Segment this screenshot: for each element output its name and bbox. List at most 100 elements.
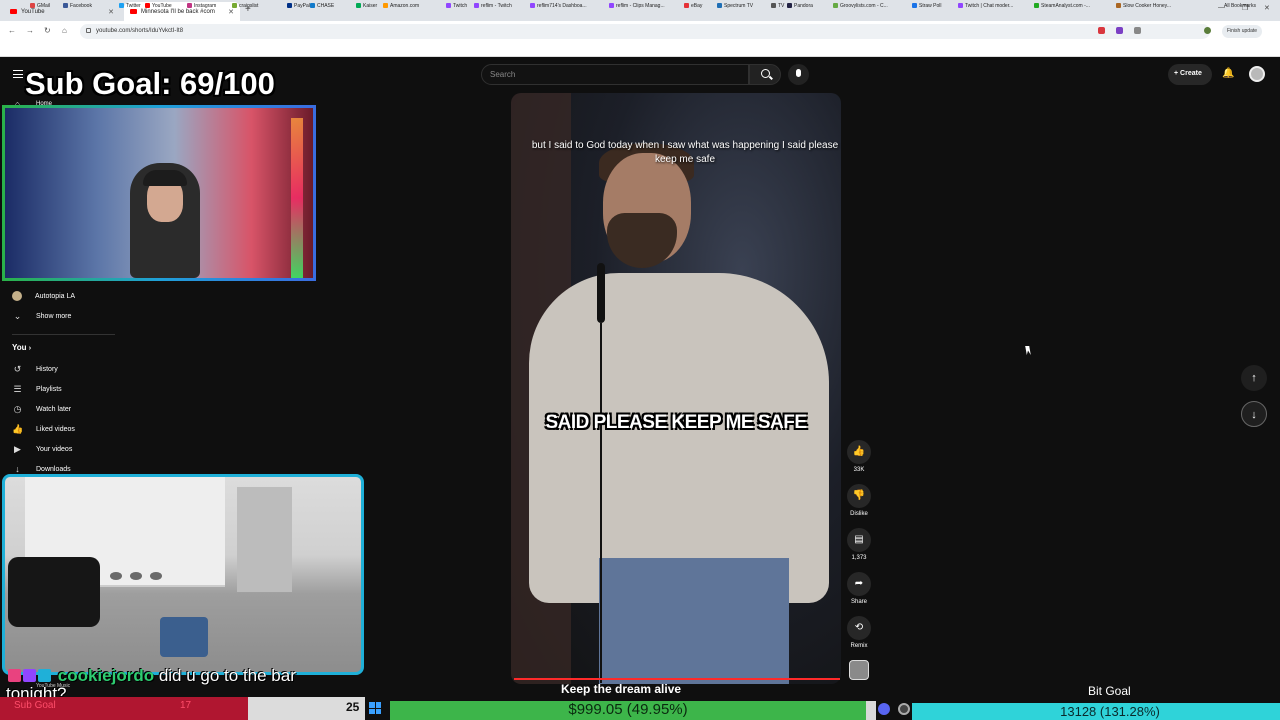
bookmark-favicon-icon [30, 3, 35, 8]
comedian-beard [607, 213, 677, 268]
like-count: 33K [853, 467, 865, 473]
bookmark-label: Straw Poll [919, 3, 942, 9]
sidebar-you-heading[interactable]: You › [12, 343, 31, 352]
search-icon [761, 69, 770, 78]
bookmark-item[interactable]: TV [771, 3, 784, 9]
bookmark-item[interactable]: Slow Cooker Honey... [1116, 3, 1171, 9]
search-button[interactable] [749, 64, 781, 85]
bookmark-item[interactable]: reflim714's Dashboa... [530, 3, 587, 9]
bookmark-item[interactable]: reflim - Clips Manag... [609, 3, 665, 9]
comment-count: 1,373 [851, 555, 867, 561]
bookmark-item[interactable]: Facebook [63, 3, 92, 9]
bookmark-item[interactable]: Instagram [187, 3, 216, 9]
sidebar-item-label: Playlists [36, 385, 62, 393]
bookmark-label: PayPal [294, 3, 310, 9]
site-info-icon[interactable] [86, 28, 91, 33]
black-coat [8, 557, 100, 627]
extensions-puzzle-icon[interactable] [1134, 27, 1141, 34]
all-bookmarks-button[interactable]: All Bookmarks [1224, 3, 1256, 9]
back-icon[interactable]: ← [8, 26, 16, 35]
bookmark-item[interactable]: SteamAnalyst.com -... [1034, 3, 1090, 9]
tab-label: YouTube [21, 8, 45, 15]
tab-youtube[interactable]: YouTube ✕ [4, 2, 120, 21]
bookmark-label: SteamAnalyst.com -... [1041, 3, 1090, 9]
close-icon[interactable]: ✕ [108, 8, 114, 16]
create-label: Create [1180, 70, 1202, 77]
comments-button[interactable]: ▤ 1,373 [843, 528, 875, 561]
address-bar-row: ← → ↻ ⌂ youtube.com/shorts/IduYvkctI-It8 [0, 21, 1280, 42]
watch-later-icon: ◷ [13, 404, 22, 414]
sidebar-item-watch-later[interactable]: ◷ Watch later [12, 403, 72, 415]
home-icon[interactable]: ⌂ [62, 26, 67, 35]
video-title[interactable]: Keep the dream alive [561, 682, 681, 696]
create-button[interactable]: + Create [1168, 64, 1212, 85]
bookmark-item[interactable]: Amazon.com [383, 3, 419, 9]
sidebar-item-playlists[interactable]: ☰ Playlists [12, 383, 62, 395]
windows-start-icon[interactable] [369, 702, 381, 714]
sub-goal-label: Sub Goal [14, 700, 56, 711]
sub-goal-total: 25 [346, 700, 360, 714]
finish-update-button[interactable]: Finish update [1222, 25, 1263, 38]
sidebar-item-label: Your videos [36, 445, 73, 453]
dislike-button[interactable]: 👎 Dislike [843, 484, 875, 517]
obs-taskbar-icon[interactable] [898, 703, 910, 715]
bookmark-label: Groovylists.com - C... [840, 3, 888, 9]
hamburger-menu-icon[interactable] [13, 70, 23, 78]
tab-minnesota[interactable]: Minnesota I'll be back #com ✕ [124, 2, 240, 21]
bookmark-favicon-icon [684, 3, 689, 8]
bookmark-item[interactable]: YouTube [145, 3, 172, 9]
bookmark-item[interactable]: Straw Poll [912, 3, 942, 9]
voice-search-icon[interactable] [788, 64, 809, 85]
avatar[interactable] [1249, 66, 1265, 82]
shorts-video-player[interactable] [511, 93, 841, 684]
url-input[interactable]: youtube.com/shorts/IduYvkctI-It8 [80, 24, 1210, 39]
bookmark-item[interactable]: reflim - Twitch [474, 3, 512, 9]
extension-icon[interactable] [1098, 27, 1105, 34]
video-progress-bar[interactable] [514, 678, 840, 680]
previous-video-arrow-icon[interactable]: ↑ [1241, 365, 1267, 391]
youtube-favicon-icon [130, 9, 137, 14]
bookmark-label: CHASE [317, 3, 335, 9]
bookmark-label: Spectrum TV [724, 3, 754, 9]
sidebar-item-label: Downloads [36, 465, 71, 473]
bookmark-item[interactable]: Twitch | Chat moder... [958, 3, 1013, 9]
like-button[interactable]: 👍 33K [843, 440, 875, 473]
audio-thumbnail[interactable] [849, 660, 869, 680]
bookmark-item[interactable]: craigslist [232, 3, 258, 9]
remix-button[interactable]: ⟲ Remix [843, 616, 875, 649]
sidebar-item-autotopia[interactable]: Autotopia LA [12, 290, 75, 302]
reload-icon[interactable]: ↻ [44, 26, 51, 35]
bookmark-item[interactable]: Pandora [787, 3, 813, 9]
sidebar-item-history[interactable]: ↺ History [12, 363, 58, 375]
badge-icon [38, 669, 51, 682]
you-label: You [12, 343, 27, 352]
tab-label: Minnesota I'll be back #com [141, 8, 215, 15]
bookmark-item[interactable]: Twitch [446, 3, 467, 9]
bookmark-item[interactable]: Twitter [119, 3, 141, 9]
chat-text: did u go to the bar [158, 666, 296, 685]
remix-label: Remix [850, 643, 868, 649]
profile-icon[interactable] [1204, 27, 1211, 34]
next-video-arrow-icon[interactable]: ↓ [1241, 401, 1267, 427]
search-input[interactable]: Search [481, 64, 749, 85]
bookmark-favicon-icon [310, 3, 315, 8]
dislike-label: Dislike [850, 511, 868, 517]
bookmark-label: Twitch | Chat moder... [965, 3, 1014, 9]
bookmark-label: Pandora [794, 3, 813, 9]
sidebar-item-your-videos[interactable]: ▶ Your videos [12, 443, 72, 455]
bookmark-item[interactable]: Spectrum TV [717, 3, 753, 9]
bookmark-item[interactable]: GMail [30, 3, 50, 9]
discord-taskbar-icon[interactable] [878, 703, 890, 715]
share-button[interactable]: ➦ Share [843, 572, 875, 605]
extension-icon[interactable] [1116, 27, 1123, 34]
sidebar-item-show-more[interactable]: ⌄ Show more [12, 310, 72, 322]
bookmark-item[interactable]: Groovylists.com - C... [833, 3, 888, 9]
bookmark-item[interactable]: eBay [684, 3, 702, 9]
bookmark-item[interactable]: PayPal [287, 3, 310, 9]
forward-icon[interactable]: → [26, 26, 34, 35]
sidebar-item-liked-videos[interactable]: 👍 Liked videos [12, 423, 75, 435]
bookmark-item[interactable]: Kaiser [356, 3, 377, 9]
notifications-bell-icon[interactable]: 🔔 [1222, 68, 1234, 79]
window-close-icon[interactable]: ✕ [1264, 4, 1270, 12]
bookmark-item[interactable]: CHASE [310, 3, 334, 9]
